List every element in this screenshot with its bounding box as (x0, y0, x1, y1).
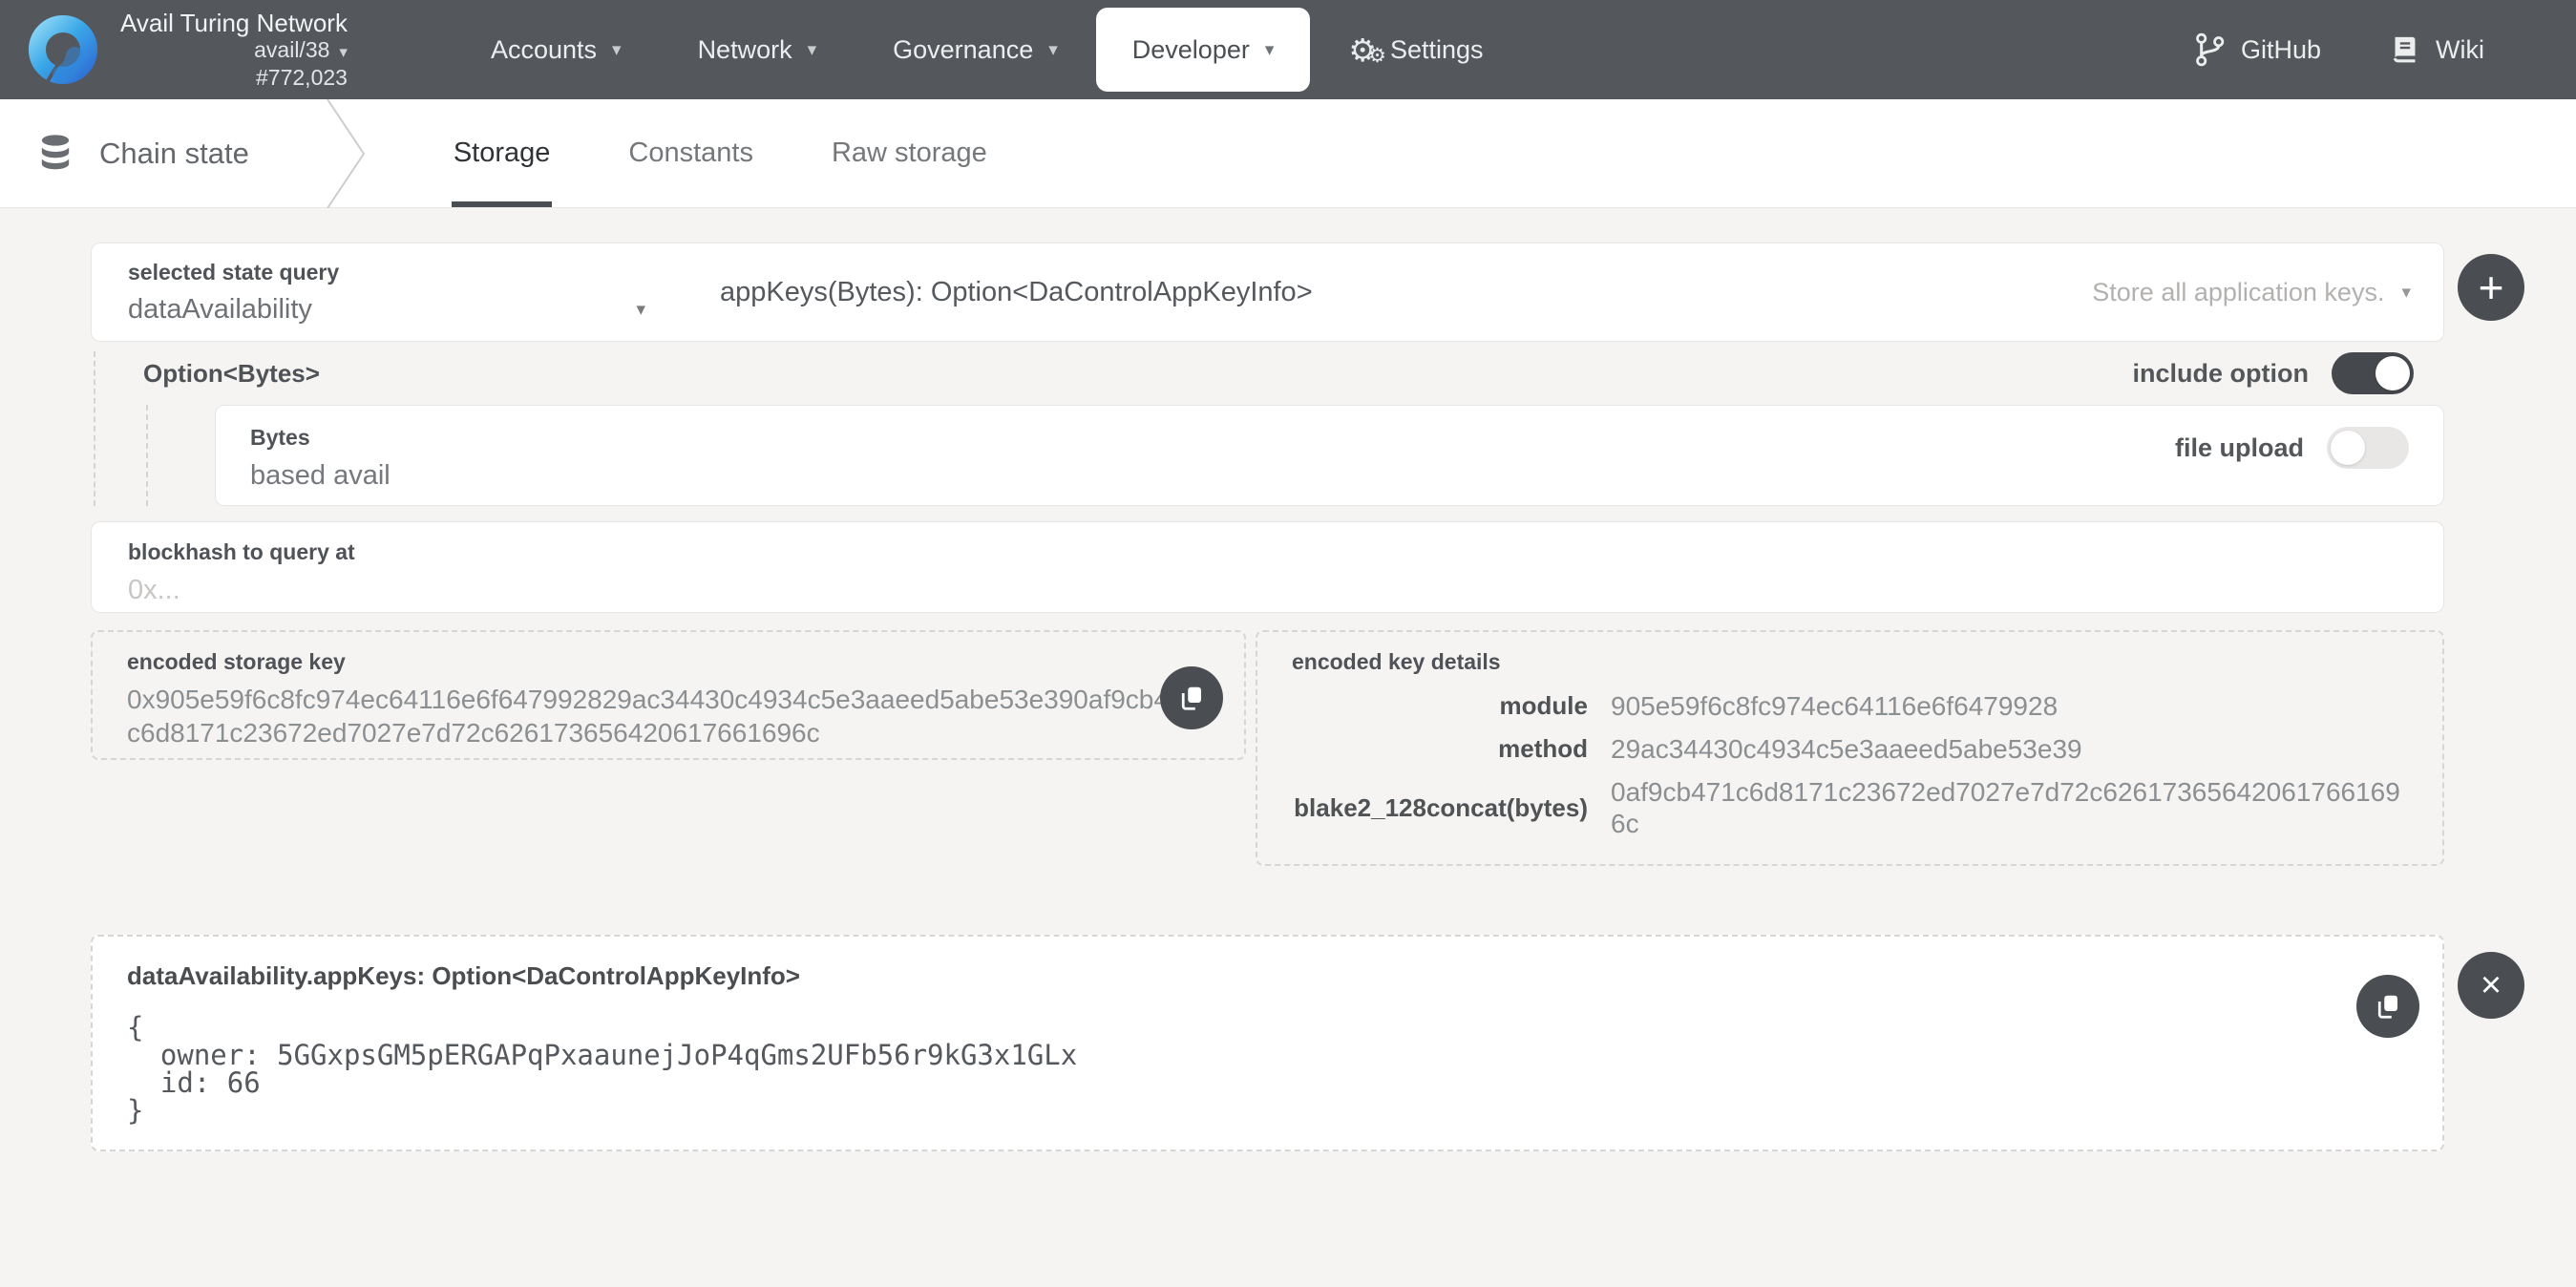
method-signature[interactable]: appKeys(Bytes): Option<DaControlAppKeyIn… (720, 277, 1313, 308)
encoded-details-label: encoded key details (1292, 649, 2408, 675)
chevron-down-icon: ▾ (1265, 39, 1275, 61)
hasher-value: 0af9cb471c6d8171c23672ed7027e7d72c626173… (1611, 776, 2408, 839)
database-icon (36, 133, 74, 175)
method-label: method (1292, 734, 1588, 764)
chain-spec-selector[interactable]: avail/38 ▾ (120, 37, 348, 65)
nav-network[interactable]: Network ▾ (660, 0, 855, 99)
file-upload-toggle[interactable] (2327, 427, 2409, 469)
chevron-down-icon: ▾ (1048, 39, 1058, 61)
module-value: 905e59f6c8fc974ec64116e6f6479928 (1611, 690, 2408, 722)
settings-gears-icon: ⚙⚙ (1348, 34, 1377, 66)
network-info: Avail Turing Network avail/38 ▾ #772,023 (120, 9, 348, 91)
blockhash-label: blockhash to query at (128, 539, 2407, 565)
tab-raw-storage[interactable]: Raw storage (830, 99, 989, 207)
bytes-label: Bytes (250, 425, 2409, 451)
github-link[interactable]: GitHub (2159, 32, 2355, 67)
external-links: GitHub Wiki (2159, 32, 2519, 67)
selected-query-card: selected state query dataAvailability ▾ … (91, 243, 2444, 342)
pallet-select[interactable]: selected state query dataAvailability ▾ (92, 260, 645, 326)
encoded-details-grid: module 905e59f6c8fc974ec64116e6f6479928 … (1292, 690, 2408, 839)
book-icon (2390, 33, 2420, 66)
encoded-key-label: encoded storage key (127, 649, 1210, 675)
include-option-group: include option (2133, 352, 2414, 394)
nav-label: Developer (1132, 35, 1250, 65)
module-label: module (1292, 691, 1588, 721)
tabs: Storage Constants Raw storage (452, 99, 1064, 207)
option-row: Option<Bytes> include option (91, 342, 2444, 405)
main-nav: Accounts ▾ Network ▾ Governance ▾ Develo… (453, 0, 1522, 99)
query-result-card: dataAvailability.appKeys: Option<DaContr… (91, 935, 2444, 1151)
chain-spec-label: avail/38 (254, 37, 329, 62)
toggle-knob (2375, 356, 2410, 390)
result-json: { owner: 5GGxpsGM5pERGAPqPxaaunejJoP4qGm… (127, 1014, 2309, 1125)
tab-label: Raw storage (832, 137, 987, 169)
pallet-value: dataAvailability (128, 294, 312, 326)
wiki-link[interactable]: Wiki (2355, 33, 2519, 66)
copy-icon (1177, 684, 1206, 712)
hasher-label: blake2_128concat(bytes) (1292, 793, 1588, 823)
code-branch-icon (2193, 32, 2226, 67)
option-type-label: Option<Bytes> (143, 359, 320, 389)
nav-settings[interactable]: ⚙⚙ Settings (1310, 0, 1521, 99)
tab-label: Constants (628, 137, 753, 169)
app-header: Avail Turing Network avail/38▾ #772,023 … (0, 0, 2576, 99)
nav-governance[interactable]: Governance ▾ (855, 0, 1096, 99)
nav-accounts[interactable]: Accounts ▾ (453, 0, 660, 99)
tab-label: Storage (454, 137, 551, 169)
tree-guide (94, 351, 95, 506)
blockhash-card: blockhash to query at 0x... (91, 521, 2444, 613)
best-block-number: #772,023 (120, 65, 348, 91)
tab-constants[interactable]: Constants (626, 99, 755, 207)
encoded-key-details-box: encoded key details module 905e59f6c8fc9… (1256, 630, 2444, 866)
query-row: selected state query dataAvailability ▾ … (91, 243, 2444, 342)
encoded-row: encoded storage key 0x905e59f6c8fc974ec6… (91, 630, 2444, 866)
include-option-label: include option (2133, 359, 2309, 389)
nav-label: Settings (1390, 35, 1484, 65)
breadcrumb-divider (324, 99, 368, 208)
nav-label: Governance (893, 35, 1033, 65)
result-row: dataAvailability.appKeys: Option<DaContr… (91, 935, 2444, 1151)
add-query-button[interactable]: + (2458, 254, 2524, 321)
brand: Avail Turing Network avail/38 ▾ #772,023 (25, 9, 348, 91)
bytes-input-card: Bytes based avail file upload (215, 405, 2444, 506)
link-label: GitHub (2241, 35, 2321, 65)
nav-label: Accounts (491, 35, 597, 65)
chevron-down-icon: ▾ (2401, 282, 2411, 304)
bytes-input[interactable]: based avail (250, 460, 2409, 492)
result-title: dataAvailability.appKeys: Option<DaContr… (127, 961, 2309, 991)
copy-icon (2374, 992, 2402, 1021)
avail-logo-icon[interactable] (25, 11, 101, 88)
section-title: Chain state (99, 137, 249, 171)
nav-developer[interactable]: Developer ▾ (1096, 8, 1311, 92)
blockhash-input[interactable]: 0x... (128, 575, 2407, 606)
encoded-storage-key-box: encoded storage key 0x905e59f6c8fc974ec6… (91, 630, 1246, 760)
nav-label: Network (698, 35, 792, 65)
toggle-knob (2331, 431, 2365, 465)
chevron-down-icon: ▾ (808, 39, 817, 61)
tab-storage[interactable]: Storage (452, 99, 553, 207)
method-docs[interactable]: Store all application keys. ▾ (2092, 278, 2443, 307)
section-tabbar: Chain state Storage Constants Raw storag… (0, 99, 2576, 208)
query-label: selected state query (128, 260, 645, 285)
docs-text: Store all application keys. (2092, 278, 2384, 307)
file-upload-group: file upload (2175, 427, 2409, 469)
tree-guide (146, 405, 148, 506)
method-value: 29ac34430c4934c5e3aaeed5abe53e39 (1611, 733, 2408, 765)
section-head: Chain state (0, 99, 249, 207)
chevron-down-icon: ▾ (339, 43, 348, 61)
network-name: Avail Turing Network (120, 9, 348, 37)
remove-query-button[interactable]: × (2458, 952, 2524, 1019)
encoded-storage-key-value: 0x905e59f6c8fc974ec64116e6f647992829ac34… (127, 683, 1210, 749)
chevron-down-icon: ▾ (636, 299, 645, 321)
include-option-toggle[interactable] (2332, 352, 2414, 394)
link-label: Wiki (2436, 35, 2484, 65)
page-content: selected state query dataAvailability ▾ … (0, 208, 2576, 1151)
copy-storage-key-button[interactable] (1160, 666, 1223, 729)
file-upload-label: file upload (2175, 433, 2304, 463)
copy-result-button[interactable] (2356, 975, 2419, 1038)
chevron-down-icon: ▾ (612, 39, 622, 61)
